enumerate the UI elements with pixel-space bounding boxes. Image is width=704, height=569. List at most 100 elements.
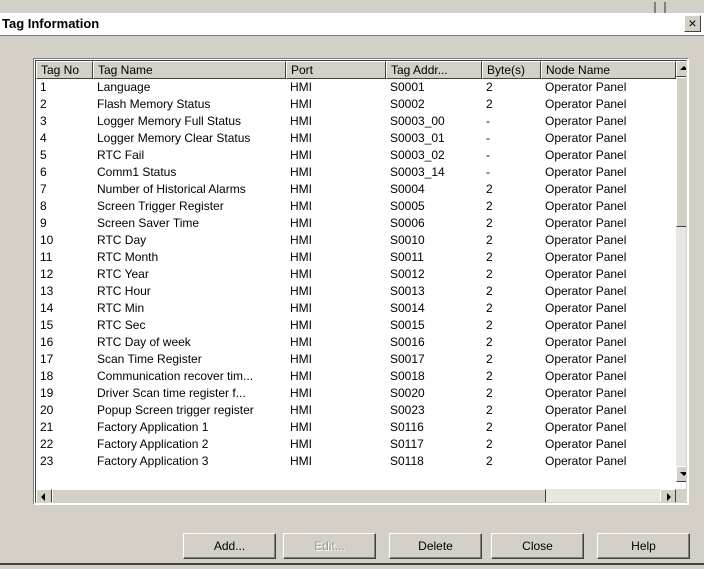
tag-list-view[interactable]: Tag No Tag Name Port Tag Addr... Byte(s)… — [33, 58, 689, 505]
scroll-up-button[interactable] — [676, 61, 686, 77]
cell-port: HMI — [290, 386, 312, 400]
cell-tag-name: RTC Sec — [97, 318, 146, 332]
scroll-right-button[interactable] — [660, 489, 676, 502]
cell-tag-address: S0015 — [390, 318, 425, 332]
cell-node-name: Operator Panel — [545, 369, 627, 383]
cell-bytes: 2 — [486, 250, 493, 264]
edit-button[interactable]: Edit... — [283, 533, 376, 559]
cell-node-name: Operator Panel — [545, 233, 627, 247]
cell-node-name: Operator Panel — [545, 199, 627, 213]
cell-tag-address: S0118 — [390, 454, 424, 468]
help-button[interactable]: Help — [597, 533, 690, 559]
cell-tag-address: S0005 — [390, 199, 425, 213]
cell-tag-no: 20 — [40, 403, 54, 417]
cell-tag-no: 22 — [40, 437, 54, 451]
cell-bytes: 2 — [486, 437, 493, 451]
title-bar[interactable]: Tag Information × — [0, 13, 704, 35]
table-row[interactable]: 16 RTC Day of week HMI S0016 2 Operator Panel — [36, 334, 672, 351]
cell-bytes: 2 — [486, 182, 493, 196]
cell-node-name: Operator Panel — [545, 284, 627, 298]
cell-bytes: 2 — [486, 199, 493, 213]
cell-tag-address: S0003_14 — [390, 165, 445, 179]
cell-tag-no: 13 — [40, 284, 54, 298]
table-row[interactable]: 14 RTC Min HMI S0014 2 Operator Panel — [36, 300, 672, 317]
cell-tag-address: S0003_01 — [390, 131, 445, 145]
tag-information-dialog: Tag Information × Tag No Tag Name Port T… — [0, 13, 704, 565]
cell-port: HMI — [290, 318, 312, 332]
cell-tag-no: 6 — [40, 165, 47, 179]
horizontal-scrollbar[interactable] — [36, 489, 676, 502]
cell-tag-no: 11 — [40, 250, 53, 264]
vertical-scroll-thumb[interactable] — [676, 77, 686, 227]
scroll-down-button[interactable] — [676, 466, 686, 482]
cell-tag-no: 10 — [40, 233, 54, 247]
cell-tag-name: RTC Hour — [97, 284, 151, 298]
cell-tag-no: 2 — [40, 97, 47, 111]
cell-tag-no: 18 — [40, 369, 54, 383]
close-icon[interactable]: × — [684, 15, 701, 32]
cell-tag-address: S0004 — [390, 182, 425, 196]
cell-tag-address: S0017 — [390, 352, 425, 366]
cell-tag-name: Factory Application 3 — [97, 454, 209, 468]
table-row[interactable]: 15 RTC Sec HMI S0015 2 Operator Panel — [36, 317, 672, 334]
dialog-title: Tag Information — [2, 16, 100, 31]
table-row[interactable]: 1 Language HMI S0001 2 Operator Panel — [36, 79, 672, 96]
cell-port: HMI — [290, 131, 312, 145]
table-row[interactable]: 13 RTC Hour HMI S0013 2 Operator Panel — [36, 283, 672, 300]
cell-tag-name: Logger Memory Clear Status — [97, 131, 251, 145]
add-button[interactable]: Add... — [183, 533, 276, 559]
cell-bytes: 2 — [486, 403, 493, 417]
column-header-tag-no[interactable]: Tag No — [36, 61, 93, 79]
cell-tag-no: 19 — [40, 386, 54, 400]
table-row[interactable]: 4 Logger Memory Clear Status HMI S0003_01 - O… — [36, 130, 672, 147]
table-row[interactable]: 11 RTC Month HMI S0011 2 Operator Panel — [36, 249, 672, 266]
table-row[interactable]: 10 RTC Day HMI S0010 2 Operator Panel — [36, 232, 672, 249]
cell-bytes: 2 — [486, 369, 493, 383]
table-row[interactable]: 7 Number of Historical Alarms HMI S0004 2 Ope… — [36, 181, 672, 198]
cell-bytes: - — [486, 114, 490, 128]
cell-node-name: Operator Panel — [545, 148, 627, 162]
column-header-port[interactable]: Port — [286, 61, 386, 79]
cell-node-name: Operator Panel — [545, 250, 627, 264]
cell-bytes: 2 — [486, 284, 493, 298]
scroll-left-button[interactable] — [36, 489, 52, 502]
table-row[interactable]: 3 Logger Memory Full Status HMI S0003_00 - Op… — [36, 113, 672, 130]
column-header-tag-address[interactable]: Tag Addr... — [386, 61, 482, 79]
table-row[interactable]: 19 Driver Scan time register f... HMI S0020… — [36, 385, 672, 402]
table-row[interactable]: 8 Screen Trigger Register HMI S0005 2 Operato… — [36, 198, 672, 215]
cell-tag-name: Screen Saver Time — [97, 216, 200, 230]
vertical-scrollbar[interactable] — [676, 61, 686, 482]
column-header-tag-name[interactable]: Tag Name — [93, 61, 286, 79]
table-row[interactable]: 5 RTC Fail HMI S0003_02 - Operator Panel — [36, 147, 672, 164]
table-row[interactable]: 2 Flash Memory Status HMI S0002 2 Operator Pa… — [36, 96, 672, 113]
table-row[interactable]: 18 Communication recover tim... HMI S0018 2 O… — [36, 368, 672, 385]
table-row[interactable]: 20 Popup Screen trigger register HMI S0023 2… — [36, 402, 672, 419]
cell-tag-no: 21 — [40, 420, 54, 434]
column-header-bytes[interactable]: Byte(s) — [482, 61, 541, 79]
table-row[interactable]: 6 Comm1 Status HMI S0003_14 - Operator Panel — [36, 164, 672, 181]
cell-node-name: Operator Panel — [545, 318, 627, 332]
table-row[interactable]: 21 Factory Application 1 HMI S0116 2 Operator… — [36, 419, 672, 436]
cell-port: HMI — [290, 233, 312, 247]
table-row[interactable]: 9 Screen Saver Time HMI S0006 2 Operator Pane… — [36, 215, 672, 232]
scrollbar-corner — [676, 489, 686, 502]
cell-tag-address: S0016 — [390, 335, 425, 349]
cell-tag-name: Factory Application 2 — [97, 437, 209, 451]
cell-tag-no: 1 — [40, 80, 47, 94]
cell-bytes: - — [486, 148, 490, 162]
cell-tag-name: RTC Month — [97, 250, 159, 264]
close-button[interactable]: Close — [491, 533, 584, 559]
cell-tag-no: 14 — [40, 301, 54, 315]
cell-node-name: Operator Panel — [545, 97, 627, 111]
cell-tag-no: 12 — [40, 267, 54, 281]
cell-node-name: Operator Panel — [545, 352, 627, 366]
cell-port: HMI — [290, 148, 312, 162]
cell-port: HMI — [290, 301, 312, 315]
table-row[interactable]: 12 RTC Year HMI S0012 2 Operator Panel — [36, 266, 672, 283]
table-row[interactable]: 22 Factory Application 2 HMI S0117 2 Operator… — [36, 436, 672, 453]
horizontal-scroll-thumb[interactable] — [52, 489, 546, 502]
table-row[interactable]: 23 Factory Application 3 HMI S0118 2 Operator… — [36, 453, 672, 470]
column-header-node-name[interactable]: Node Name — [541, 61, 676, 79]
table-row[interactable]: 17 Scan Time Register HMI S0017 2 Operator Pa… — [36, 351, 672, 368]
delete-button[interactable]: Delete — [389, 533, 482, 559]
